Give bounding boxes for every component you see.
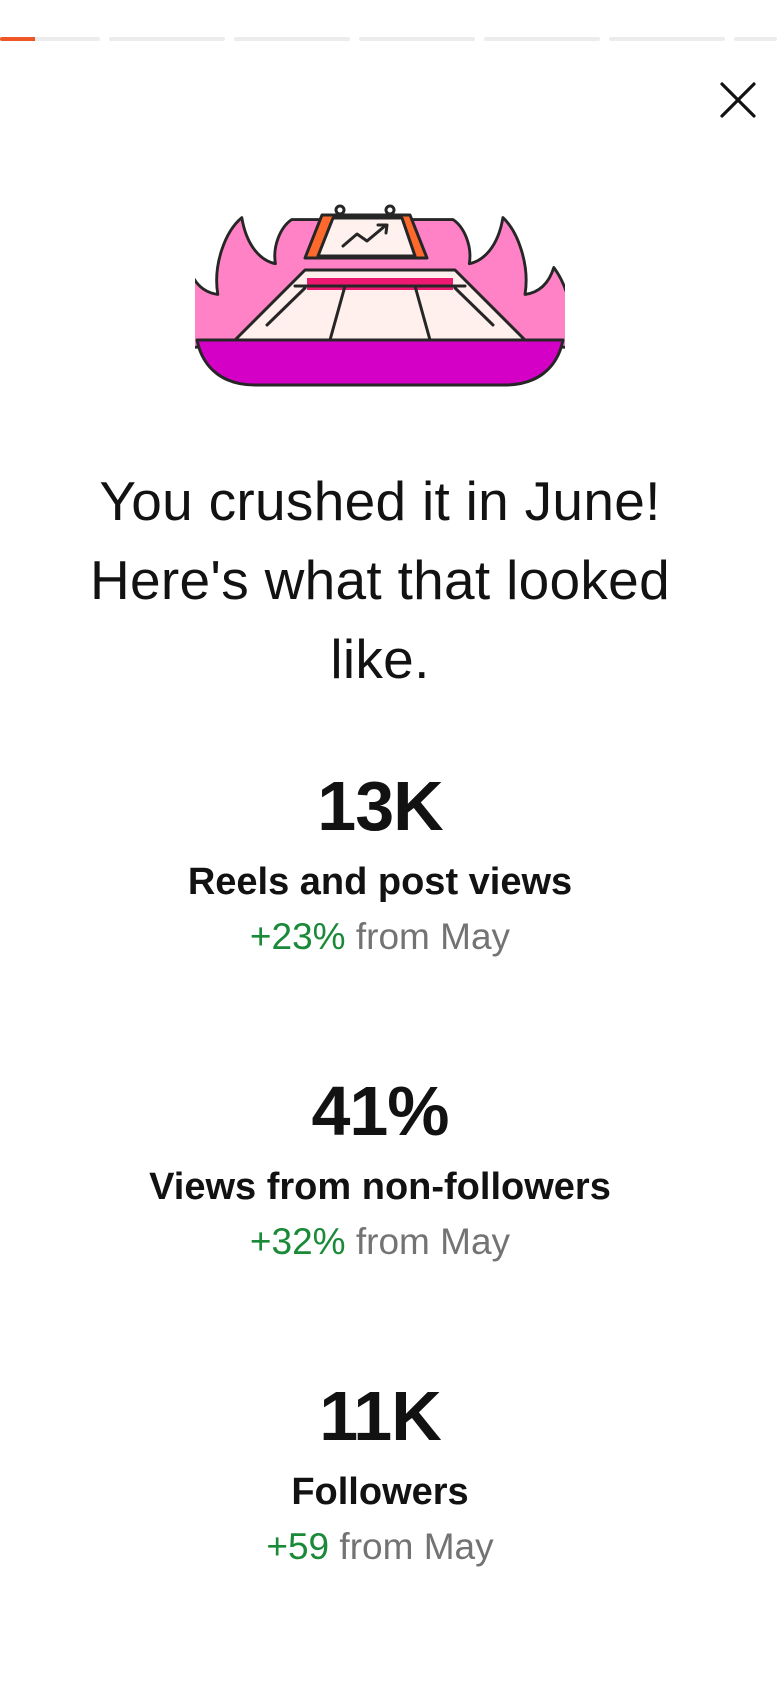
stat-change-suffix: from May xyxy=(355,1221,511,1262)
progress-segment xyxy=(734,37,777,41)
stat-delta: +59 xyxy=(266,1526,330,1567)
stat-label: Followers xyxy=(291,1471,469,1513)
progress-segment xyxy=(109,37,225,41)
monthly-recap-screen: You crushed it in June! Here's what that… xyxy=(0,0,777,1682)
stat-change-suffix: from May xyxy=(355,916,511,957)
stat-change: +32% from May xyxy=(0,1217,760,1267)
stat-value: 13K xyxy=(317,767,443,845)
stat-delta: +32% xyxy=(249,1221,346,1262)
trending-chart-fire-icon xyxy=(195,204,565,387)
stat-change: +23% from May xyxy=(0,912,760,962)
stat-label: Views from non-followers xyxy=(149,1166,611,1208)
recap-headline: You crushed it in June! Here's what that… xyxy=(90,470,670,690)
stat-block-views: 13K Reels and post views +23% from May xyxy=(0,766,760,962)
stat-change: +59 from May xyxy=(0,1522,760,1572)
progress-segment xyxy=(0,37,100,41)
stat-value: 11K xyxy=(319,1377,442,1455)
stat-block-non-followers: 41% Views from non-followers +32% from M… xyxy=(0,1071,760,1267)
stat-change-suffix: from May xyxy=(339,1526,494,1567)
close-icon xyxy=(720,82,756,118)
close-button[interactable] xyxy=(714,76,762,124)
progress-segment xyxy=(484,37,600,41)
story-progress-bar xyxy=(0,37,777,43)
stat-block-followers: 11K Followers +59 from May xyxy=(0,1376,760,1572)
stat-value: 41% xyxy=(311,1072,449,1150)
stat-delta: +23% xyxy=(249,916,346,957)
progress-segment xyxy=(234,37,350,41)
stat-label: Reels and post views xyxy=(187,861,573,903)
progress-segment xyxy=(359,37,475,41)
progress-segment xyxy=(609,37,725,41)
